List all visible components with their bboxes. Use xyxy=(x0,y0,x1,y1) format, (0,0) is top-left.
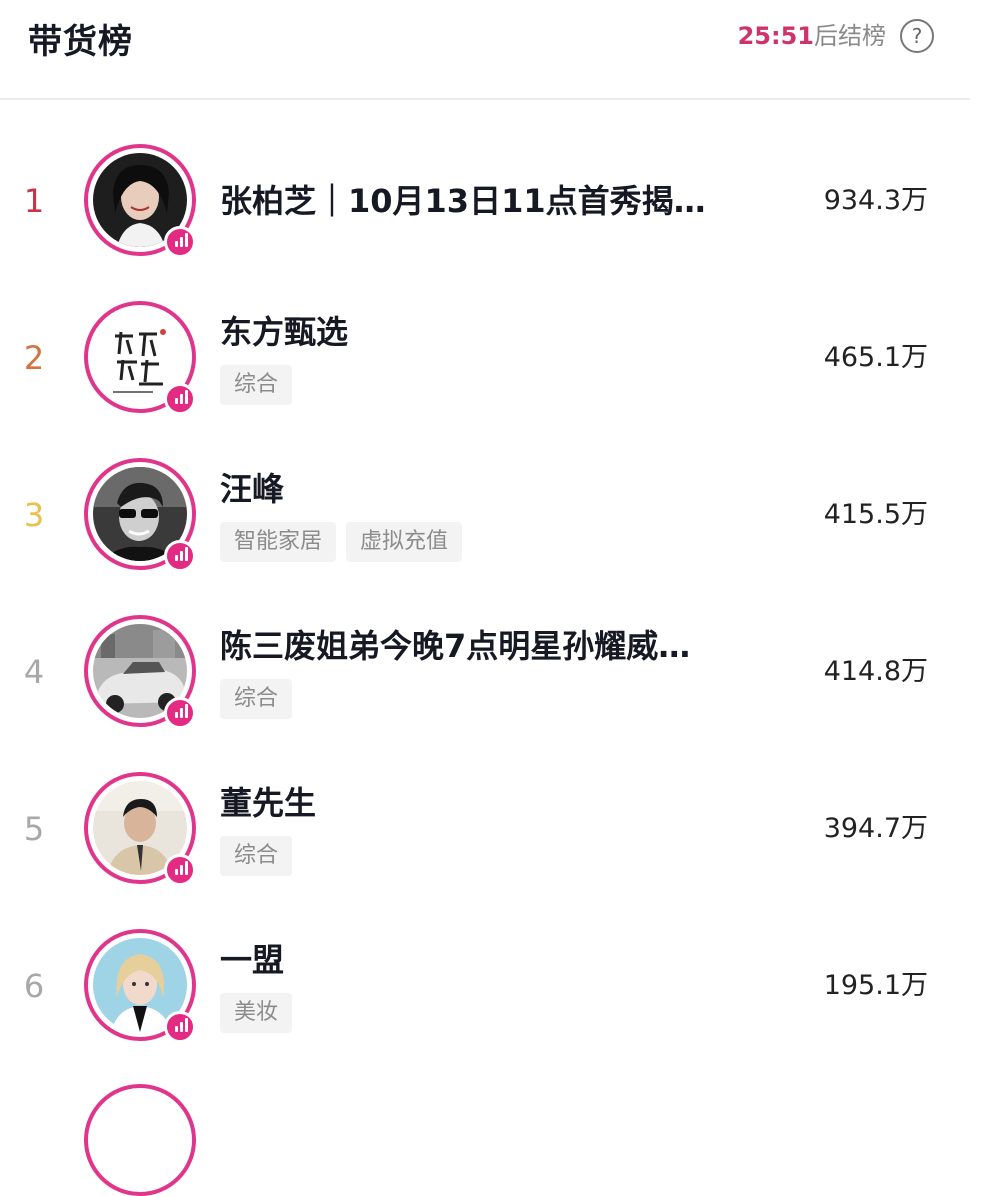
category-tag: 美妆 xyxy=(220,993,293,1033)
category-tag: 虚拟充值 xyxy=(346,522,463,562)
rank-number: 6 xyxy=(23,967,45,1005)
help-icon[interactable]: ? xyxy=(900,19,934,53)
avatar[interactable] xyxy=(84,144,196,258)
list-item[interactable]: 3 汪峰 智能家居 虚拟充值 415.5万 xyxy=(0,436,970,593)
category-tags: 智能家居 虚拟充值 xyxy=(220,522,472,562)
rank-number: 3 xyxy=(23,496,45,534)
sales-value: 394.7万 xyxy=(823,813,928,844)
rank-number: 2 xyxy=(23,339,45,377)
sales-value: 465.1万 xyxy=(823,342,928,373)
category-tags: 综合 xyxy=(220,836,302,876)
streamer-name: 董先生 xyxy=(220,784,317,822)
countdown-time: 25:51 xyxy=(737,22,814,50)
countdown: 25:51后结榜 xyxy=(738,20,886,52)
list-item[interactable]: 2 东方甄选 综合 465.1万 xyxy=(0,279,970,436)
streamer-name: 一盟 xyxy=(220,941,285,979)
page-title: 带货榜 xyxy=(28,22,133,62)
list-item[interactable]: 6 一盟 美妆 195.1万 xyxy=(0,907,970,1064)
rank-number: 4 xyxy=(23,653,45,691)
streamer-name: 汪峰 xyxy=(220,470,285,508)
avatar[interactable] xyxy=(84,929,196,1043)
avatar[interactable] xyxy=(84,458,196,572)
streamer-name: 陈三废姐弟今晚7点明星孙耀威… xyxy=(220,627,691,665)
countdown-suffix: 后结榜 xyxy=(814,22,886,50)
next-item-avatar-partial xyxy=(84,1084,196,1196)
list-item[interactable]: 5 董先生 综合 394.7万 xyxy=(0,750,970,907)
streamer-name: 张柏芝｜10月13日11点首秀揭… xyxy=(220,182,706,220)
sales-value: 934.3万 xyxy=(823,185,928,216)
category-tag: 综合 xyxy=(220,679,293,719)
rank-number: 5 xyxy=(23,810,45,848)
sales-value: 415.5万 xyxy=(823,499,928,530)
category-tag: 综合 xyxy=(220,836,293,876)
streamer-name: 东方甄选 xyxy=(220,313,349,351)
category-tags: 美妆 xyxy=(220,993,302,1033)
avatar[interactable] xyxy=(84,301,196,415)
live-indicator-icon xyxy=(164,383,196,415)
live-indicator-icon xyxy=(164,226,196,258)
list-item[interactable]: 1 张柏芝｜10月13日11点首秀揭… 934.3万 xyxy=(0,122,970,279)
list-item[interactable]: 4 陈三废姐弟今晚7点明星孙耀威… 综合 414.8万 xyxy=(0,593,970,750)
sales-value: 414.8万 xyxy=(823,656,928,687)
category-tags: 综合 xyxy=(220,365,302,405)
rank-number: 1 xyxy=(23,182,45,220)
category-tags: 综合 xyxy=(220,679,302,719)
avatar[interactable] xyxy=(84,772,196,886)
leaderboard-header: 带货榜 25:51后结榜 ? xyxy=(0,0,970,100)
category-tag: 综合 xyxy=(220,365,293,405)
avatar[interactable] xyxy=(84,615,196,729)
category-tag: 智能家居 xyxy=(220,522,337,562)
live-indicator-icon xyxy=(164,854,196,886)
sales-value: 195.1万 xyxy=(823,970,928,1001)
live-indicator-icon xyxy=(164,540,196,572)
live-indicator-icon xyxy=(164,1011,196,1043)
live-indicator-icon xyxy=(164,697,196,729)
